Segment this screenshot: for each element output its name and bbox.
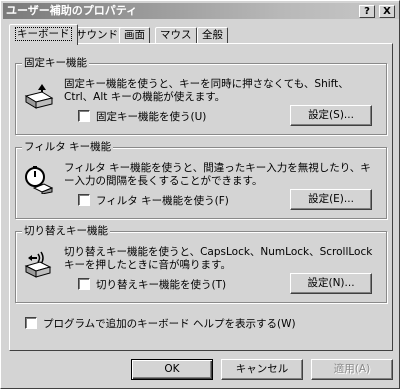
title-bar: ユーザー補助のプロパティ ? X [3,3,399,19]
close-button[interactable]: X [379,5,395,18]
toggle-keys-description: 切り替えキー機能を使うと、CapsLock、NumLock、ScrollLock… [64,246,373,271]
toggle-keys-checkbox-label: 切り替えキー機能を使う(T) [96,279,227,291]
toggle-keys-settings-label: 設定(N)... [307,277,355,289]
sticky-keys-icon [24,84,54,109]
sticky-keys-settings-label: 設定(S)... [308,109,354,121]
filter-keys-group: フィルタ キー機能 フィルタ キー機能を使うと、間違ったキー入力を無視したり、キ… [15,140,387,219]
apply-button[interactable]: 適用(A) [311,359,393,380]
sticky-keys-group: 固定キー機能 固定キー機能を使うと、キーを同時に押さなくても、Shift、Ctr… [15,56,387,135]
sticky-keys-title: 固定キー機能 [22,56,89,70]
sticky-keys-settings-button[interactable]: 設定(S)... [290,105,372,126]
cancel-button[interactable]: キャンセル [221,359,303,380]
tab-sound[interactable]: サウンド [71,27,123,44]
help-button[interactable]: ? [359,5,375,18]
sticky-keys-checkbox-label: 固定キー機能を使う(U) [96,111,207,123]
extra-keyboard-help-row[interactable]: プログラムで追加のキーボード ヘルプを表示する(W) [25,317,296,331]
tab-keyboard-label: キーボード [15,27,72,41]
ok-button-label: OK [164,363,180,375]
accessibility-properties-dialog: ユーザー補助のプロパティ ? X キーボード サウンド 画面 マウス 全般 固定… [0,0,400,389]
extra-keyboard-help-label: プログラムで追加のキーボード ヘルプを表示する(W) [43,318,296,330]
apply-button-label: 適用(A) [333,363,371,375]
window-title: ユーザー補助のプロパティ [6,4,138,17]
extra-keyboard-help-checkbox[interactable] [25,317,37,329]
toggle-keys-group: 切り替えキー機能 切り替えキー機能を使うと、CapsLock、NumLock、S… [15,224,387,303]
sticky-keys-checkbox-row[interactable]: 固定キー機能を使う(U) [78,110,206,124]
tab-general[interactable]: 全般 [197,27,228,44]
sticky-keys-description: 固定キー機能を使うと、キーを同時に押さなくても、Shift、Ctrl、Alt キ… [64,78,349,103]
filter-keys-checkbox[interactable] [78,194,90,206]
filter-keys-settings-button[interactable]: 設定(E)... [290,189,372,210]
filter-keys-title: フィルタ キー機能 [22,140,114,154]
filter-keys-description: フィルタ キー機能を使うと、間違ったキー入力を無視したり、キー入力の間隔を長くす… [64,162,371,187]
sticky-keys-checkbox[interactable] [78,110,90,122]
toggle-keys-icon [24,251,52,278]
toggle-keys-checkbox-row[interactable]: 切り替えキー機能を使う(T) [78,278,226,292]
tab-keyboard[interactable]: キーボード [9,24,78,45]
ok-button[interactable]: OK [131,359,213,380]
toggle-keys-title: 切り替えキー機能 [22,224,110,238]
toggle-keys-checkbox[interactable] [78,278,90,290]
filter-keys-icon [25,166,54,194]
tab-display[interactable]: 画面 [119,27,150,44]
cancel-button-label: キャンセル [235,363,289,375]
filter-keys-checkbox-row[interactable]: フィルタ キー機能を使う(F) [78,194,229,208]
tab-mouse[interactable]: マウス [155,27,197,44]
filter-keys-settings-label: 設定(E)... [308,193,354,205]
toggle-keys-settings-button[interactable]: 設定(N)... [290,273,372,294]
filter-keys-checkbox-label: フィルタ キー機能を使う(F) [96,195,229,207]
